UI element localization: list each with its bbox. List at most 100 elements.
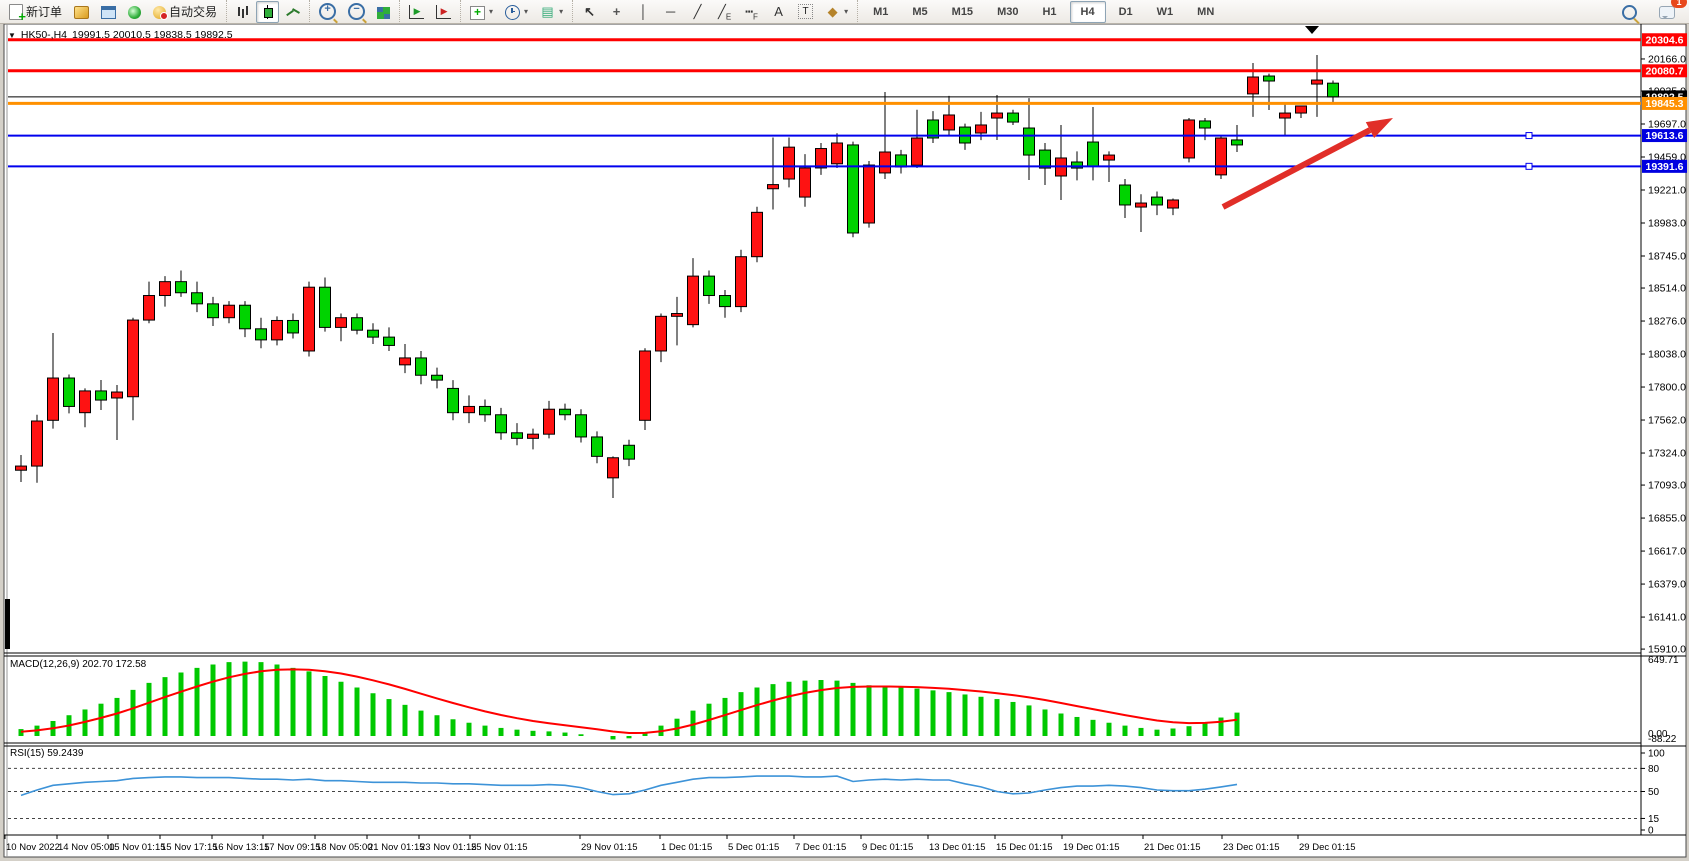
cursor-icon: ↖	[582, 4, 597, 19]
tf-m1-button[interactable]: M1	[862, 1, 899, 23]
price-tick-label: 19697.0	[1648, 118, 1686, 130]
vertical-line-button[interactable]: │	[631, 1, 656, 23]
label-button[interactable]: T	[793, 1, 818, 23]
candle	[1200, 121, 1211, 128]
candle	[64, 378, 75, 406]
text-button[interactable]: A	[766, 1, 791, 23]
candle	[128, 320, 139, 397]
label-icon: T	[798, 4, 813, 19]
candle	[768, 185, 779, 189]
tile-windows-button[interactable]	[372, 1, 395, 23]
candle	[992, 113, 1003, 118]
market-watch-button[interactable]	[123, 1, 146, 23]
candle	[48, 378, 59, 420]
time-tick-label: 5 Dec 01:15	[728, 842, 779, 853]
gold-chart-icon	[74, 6, 89, 19]
price-tick-label: 17324.0	[1648, 448, 1686, 460]
candle	[1328, 83, 1339, 97]
candle	[880, 152, 891, 173]
time-tick-label: 16 Nov 13:15	[213, 842, 270, 853]
shapes-icon: ◆	[825, 4, 840, 19]
price-badge-label: 20304.6	[1646, 34, 1684, 46]
time-tick-label: 23 Dec 01:15	[1223, 842, 1280, 853]
window-button[interactable]	[96, 1, 121, 23]
templates-button[interactable]: ▤▾	[535, 1, 568, 23]
candle	[288, 320, 299, 332]
chart-title: ▼ HK50-,H4 19991.5 20010.5 19838.5 19892…	[8, 29, 233, 41]
line-chart-button[interactable]	[281, 1, 305, 23]
periods-button[interactable]: ▾	[500, 1, 533, 23]
tf-m5-button[interactable]: M5	[901, 1, 938, 23]
zoom-in-button[interactable]: +	[314, 1, 341, 23]
price-badge-label: 19613.6	[1646, 130, 1684, 142]
chart-dropdown-icon[interactable]: ▼	[8, 31, 16, 40]
tf-h1-button[interactable]: H1	[1031, 1, 1067, 23]
price-tick-label: 19221.0	[1648, 185, 1686, 197]
tf-mn-button[interactable]: MN	[1186, 1, 1225, 23]
time-tick-label: 15 Dec 01:15	[996, 842, 1053, 853]
time-tick-label: 29 Dec 01:15	[1299, 842, 1356, 853]
zoom-in-icon: +	[319, 3, 336, 20]
search-button[interactable]	[1617, 1, 1642, 23]
charts-button[interactable]	[69, 1, 94, 23]
price-tick-label: 18514.0	[1648, 283, 1686, 295]
new-order-button[interactable]: 新订单	[4, 1, 67, 23]
time-tick-label: 19 Dec 01:15	[1063, 842, 1120, 853]
candle	[1008, 113, 1019, 122]
line-handle[interactable]	[1526, 133, 1532, 139]
trendline-icon: ╱	[690, 4, 705, 19]
indicators-button[interactable]: +▾	[465, 1, 498, 23]
time-tick-label: 13 Dec 01:15	[929, 842, 986, 853]
price-tick-label: 16855.0	[1648, 513, 1686, 525]
candle	[1216, 138, 1227, 175]
candle	[1232, 140, 1243, 145]
price-tick-label: 18983.0	[1648, 218, 1686, 230]
cursor-button[interactable]: ↖	[577, 1, 602, 23]
tf-m30-button[interactable]: M30	[986, 1, 1029, 23]
auto-trading-button[interactable]: 自动交易	[148, 1, 222, 23]
chart-canvas[interactable]: 20166.019935.019697.019459.019221.018983…	[0, 0, 1689, 861]
candle	[624, 445, 635, 459]
candle	[512, 433, 523, 439]
candle	[592, 437, 603, 456]
mt4-terminal: 新订单自动交易+−▶▶+▾▾▤▾↖+│─╱╱E┅FAT◆▾M1M5M15M30H…	[0, 0, 1689, 861]
candle	[1264, 76, 1275, 81]
tf-w1-button[interactable]: W1	[1146, 1, 1185, 23]
tf-m15-button[interactable]: M15	[941, 1, 984, 23]
candle	[640, 351, 651, 420]
time-tick-label: 14 Nov 05:00	[58, 842, 115, 853]
horizontal-line-button[interactable]: ─	[658, 1, 683, 23]
candlestick-icon	[261, 5, 274, 19]
crosshair-button[interactable]: +	[604, 1, 629, 23]
chart-shift-button[interactable]: ▶	[431, 1, 456, 23]
line-handle[interactable]	[1526, 163, 1532, 169]
candle	[320, 287, 331, 327]
left-edge-marker	[5, 599, 10, 649]
bar-chart-button[interactable]	[231, 1, 254, 23]
channel-button[interactable]: ╱E	[712, 1, 737, 23]
autotrade-icon	[153, 6, 166, 19]
candlestick-button[interactable]	[256, 1, 279, 23]
shapes-button[interactable]: ◆▾	[820, 1, 853, 23]
notifications-button[interactable]: 1	[1654, 1, 1680, 23]
candle	[1184, 120, 1195, 158]
tf-h4-button[interactable]: H4	[1070, 1, 1106, 23]
time-tick-label: 10 Nov 2022	[6, 842, 60, 853]
fibonacci-button[interactable]: ┅F	[739, 1, 764, 23]
candle	[32, 421, 43, 466]
candle	[16, 466, 27, 470]
candle	[304, 287, 315, 351]
zoom-out-button[interactable]: −	[343, 1, 370, 23]
tf-d1-button[interactable]: D1	[1108, 1, 1144, 23]
candle	[544, 409, 555, 434]
candle	[160, 282, 171, 296]
toolbar-group-objects: +▾▾▤▾	[460, 0, 572, 24]
vline-icon: │	[636, 4, 651, 19]
price-tick-label: 16617.0	[1648, 546, 1686, 558]
trendline-button[interactable]: ╱	[685, 1, 710, 23]
chart-ohlc-values: 19991.5 20010.5 19838.5 19892.5	[72, 29, 233, 41]
chevron-down-icon: ▾	[844, 7, 848, 16]
auto-scroll-button[interactable]: ▶	[404, 1, 429, 23]
price-tick-label: 16379.0	[1648, 579, 1686, 591]
macd-indicator-label: MACD(12,26,9) 202.70 172.58	[10, 659, 146, 670]
